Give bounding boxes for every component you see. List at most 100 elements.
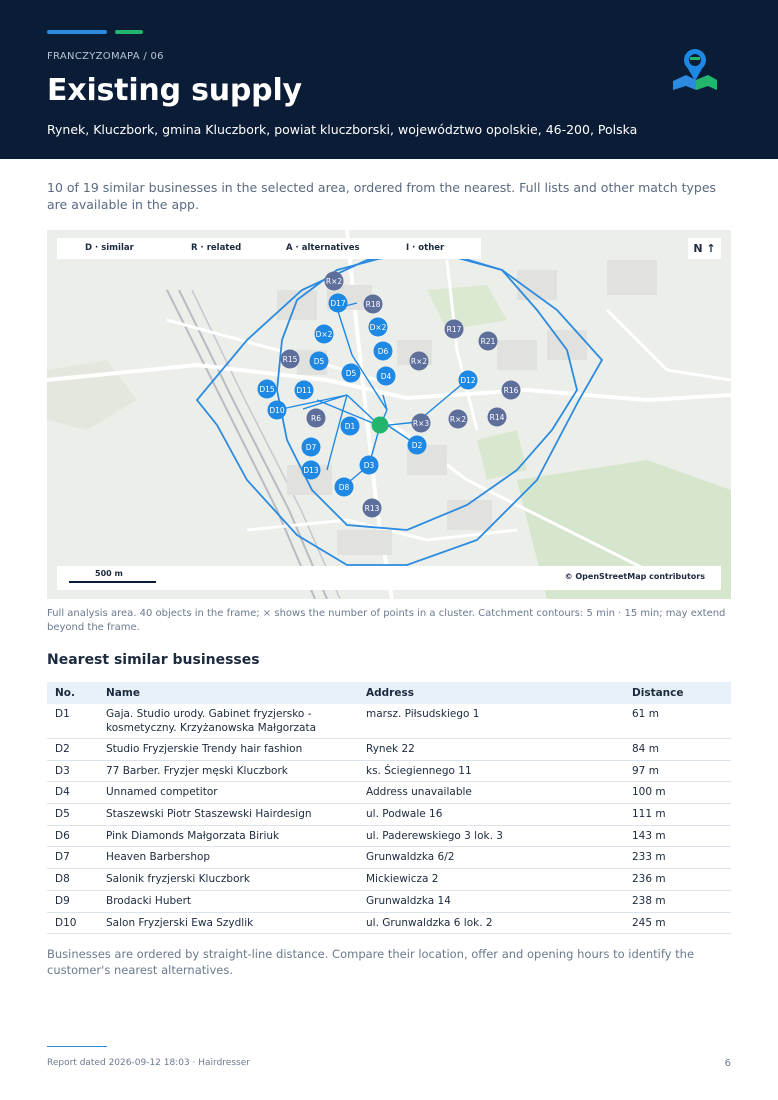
header-name: Name	[98, 682, 358, 704]
map-pin-logo-icon	[673, 49, 717, 90]
table-row: D9 Brodacki Hubert Grunwaldzka 14 238 m	[47, 890, 731, 913]
svg-text:D5: D5	[346, 369, 357, 378]
section-title: Nearest similar businesses	[47, 652, 260, 668]
cell-name: Staszewski Piotr Staszewski Hairdesign	[98, 803, 358, 826]
svg-text:R15: R15	[283, 355, 298, 364]
map-caption: Full analysis area. 40 objects in the fr…	[47, 608, 726, 633]
svg-text:D×2: D×2	[370, 323, 387, 332]
cell-address: Grunwaldzka 6/2	[358, 846, 624, 870]
table-footnote: Businesses are ordered by straight-line …	[47, 947, 695, 977]
cell-name: Salonik fryzjerski Kluczbork	[98, 868, 358, 891]
legend-similar: D · similar	[85, 243, 134, 253]
svg-text:D3: D3	[364, 461, 375, 470]
cell-distance: 143 m	[624, 825, 731, 848]
page-title: Existing supply	[47, 73, 302, 108]
svg-text:R18: R18	[366, 300, 381, 309]
cell-name: Unnamed competitor	[98, 781, 358, 805]
svg-text:D11: D11	[296, 386, 312, 395]
intro-text: 10 of 19 similar businesses in the selec…	[47, 180, 717, 212]
competitor-map[interactable]: R×2 R18 R17 R21 R15 R×2 R16 R6 R×3 R×2 R…	[47, 230, 731, 599]
svg-text:D1: D1	[345, 422, 356, 431]
legend-other: I · other	[406, 243, 445, 253]
accent-bar-blue	[47, 30, 107, 34]
svg-text:D×2: D×2	[316, 330, 333, 339]
table-row: D6 Pink Diamonds Małgorzata Biriuk ul. P…	[47, 825, 731, 848]
svg-text:D8: D8	[339, 483, 350, 492]
cell-address: ul. Podwale 16	[358, 803, 624, 826]
cell-name: Gaja. Studio urody. Gabinet fryzjersko -…	[98, 704, 358, 739]
cell-address: Mickiewicza 2	[358, 868, 624, 891]
north-arrow-icon: N ↑	[688, 238, 721, 259]
svg-text:R21: R21	[481, 337, 496, 346]
cell-no: D9	[47, 890, 98, 913]
svg-text:D13: D13	[303, 466, 319, 475]
svg-text:R×2: R×2	[450, 415, 466, 424]
target-location-marker	[371, 416, 389, 434]
cell-name: Brodacki Hubert	[98, 890, 358, 913]
cell-no: D6	[47, 825, 98, 848]
svg-text:R×3: R×3	[413, 419, 429, 428]
svg-text:R17: R17	[447, 325, 462, 334]
cell-distance: 238 m	[624, 890, 731, 913]
cell-distance: 111 m	[624, 803, 731, 826]
page-number: 6	[724, 1058, 731, 1069]
location-address: Rynek, Kluczbork, gmina Kluczbork, powia…	[47, 122, 638, 137]
cell-address: Grunwaldzka 14	[358, 890, 624, 913]
cell-distance: 236 m	[624, 868, 731, 891]
cell-address: ul. Grunwaldzka 6 lok. 2	[358, 912, 624, 935]
cell-address: ul. Paderewskiego 3 lok. 3	[358, 825, 624, 848]
nearest-businesses-table: No. Name Address Distance D1 Gaja. Studi…	[47, 682, 731, 935]
cell-no: D10	[47, 912, 98, 935]
table-row: D3 77 Barber. Fryzjer męski Kluczbork ks…	[47, 760, 731, 783]
table-row: D10 Salon Fryzjerski Ewa Szydlik ul. Gru…	[47, 912, 731, 935]
svg-text:D17: D17	[330, 299, 346, 308]
cell-address: Address unavailable	[358, 781, 624, 805]
svg-text:D7: D7	[306, 443, 317, 452]
scale-label: 500 m	[95, 569, 123, 578]
table-header-row: No. Name Address Distance	[47, 682, 731, 704]
cell-name: Studio Fryzjerskie Trendy hair fashion	[98, 738, 358, 761]
svg-text:D4: D4	[381, 372, 392, 381]
header-no: No.	[47, 682, 98, 704]
table-row: D2 Studio Fryzjerskie Trendy hair fashio…	[47, 738, 731, 761]
cell-no: D8	[47, 868, 98, 891]
svg-text:D10: D10	[269, 406, 285, 415]
table-row: D1 Gaja. Studio urody. Gabinet fryzjersk…	[47, 704, 731, 739]
cell-address: Rynek 22	[358, 738, 624, 761]
svg-text:D2: D2	[412, 441, 423, 450]
cell-distance: 233 m	[624, 846, 731, 870]
svg-text:R14: R14	[490, 413, 505, 422]
footer-divider	[47, 1046, 107, 1047]
svg-text:D15: D15	[259, 385, 275, 394]
header-address: Address	[358, 682, 624, 704]
svg-text:R16: R16	[504, 386, 519, 395]
cell-no: D4	[47, 781, 98, 805]
svg-text:R×2: R×2	[411, 357, 427, 366]
report-header: FRANCZYZOMAPA / 06 Existing supply Rynek…	[0, 0, 778, 159]
cell-distance: 97 m	[624, 760, 731, 783]
map-legend: D · similar R · related A · alternatives…	[57, 238, 481, 259]
svg-text:D6: D6	[378, 347, 389, 356]
cell-no: D7	[47, 846, 98, 870]
cell-distance: 100 m	[624, 781, 731, 805]
map-attribution[interactable]: © OpenStreetMap contributors	[565, 572, 705, 581]
table-row: D8 Salonik fryzjerski Kluczbork Mickiewi…	[47, 868, 731, 891]
map-canvas: R×2 R18 R17 R21 R15 R×2 R16 R6 R×3 R×2 R…	[47, 230, 731, 599]
cell-name: 77 Barber. Fryzjer męski Kluczbork	[98, 760, 358, 783]
header-distance: Distance	[624, 682, 731, 704]
cell-name: Salon Fryzjerski Ewa Szydlik	[98, 912, 358, 935]
svg-text:D12: D12	[460, 376, 476, 385]
legend-alternatives: A · alternatives	[286, 243, 360, 253]
table-row: D7 Heaven Barbershop Grunwaldzka 6/2 233…	[47, 846, 731, 870]
svg-text:D5: D5	[314, 357, 325, 366]
cell-name: Pink Diamonds Małgorzata Biriuk	[98, 825, 358, 848]
cell-address: ks. Ściegiennego 11	[358, 760, 624, 783]
cell-name: Heaven Barbershop	[98, 846, 358, 870]
cell-distance: 245 m	[624, 912, 731, 935]
cell-no: D5	[47, 803, 98, 826]
section-kicker: FRANCZYZOMAPA / 06	[47, 51, 164, 62]
map-footer-bar: 500 m © OpenStreetMap contributors	[57, 566, 721, 590]
cell-no: D1	[47, 704, 98, 739]
legend-related: R · related	[191, 243, 242, 253]
cell-address: marsz. Piłsudskiego 1	[358, 704, 624, 739]
